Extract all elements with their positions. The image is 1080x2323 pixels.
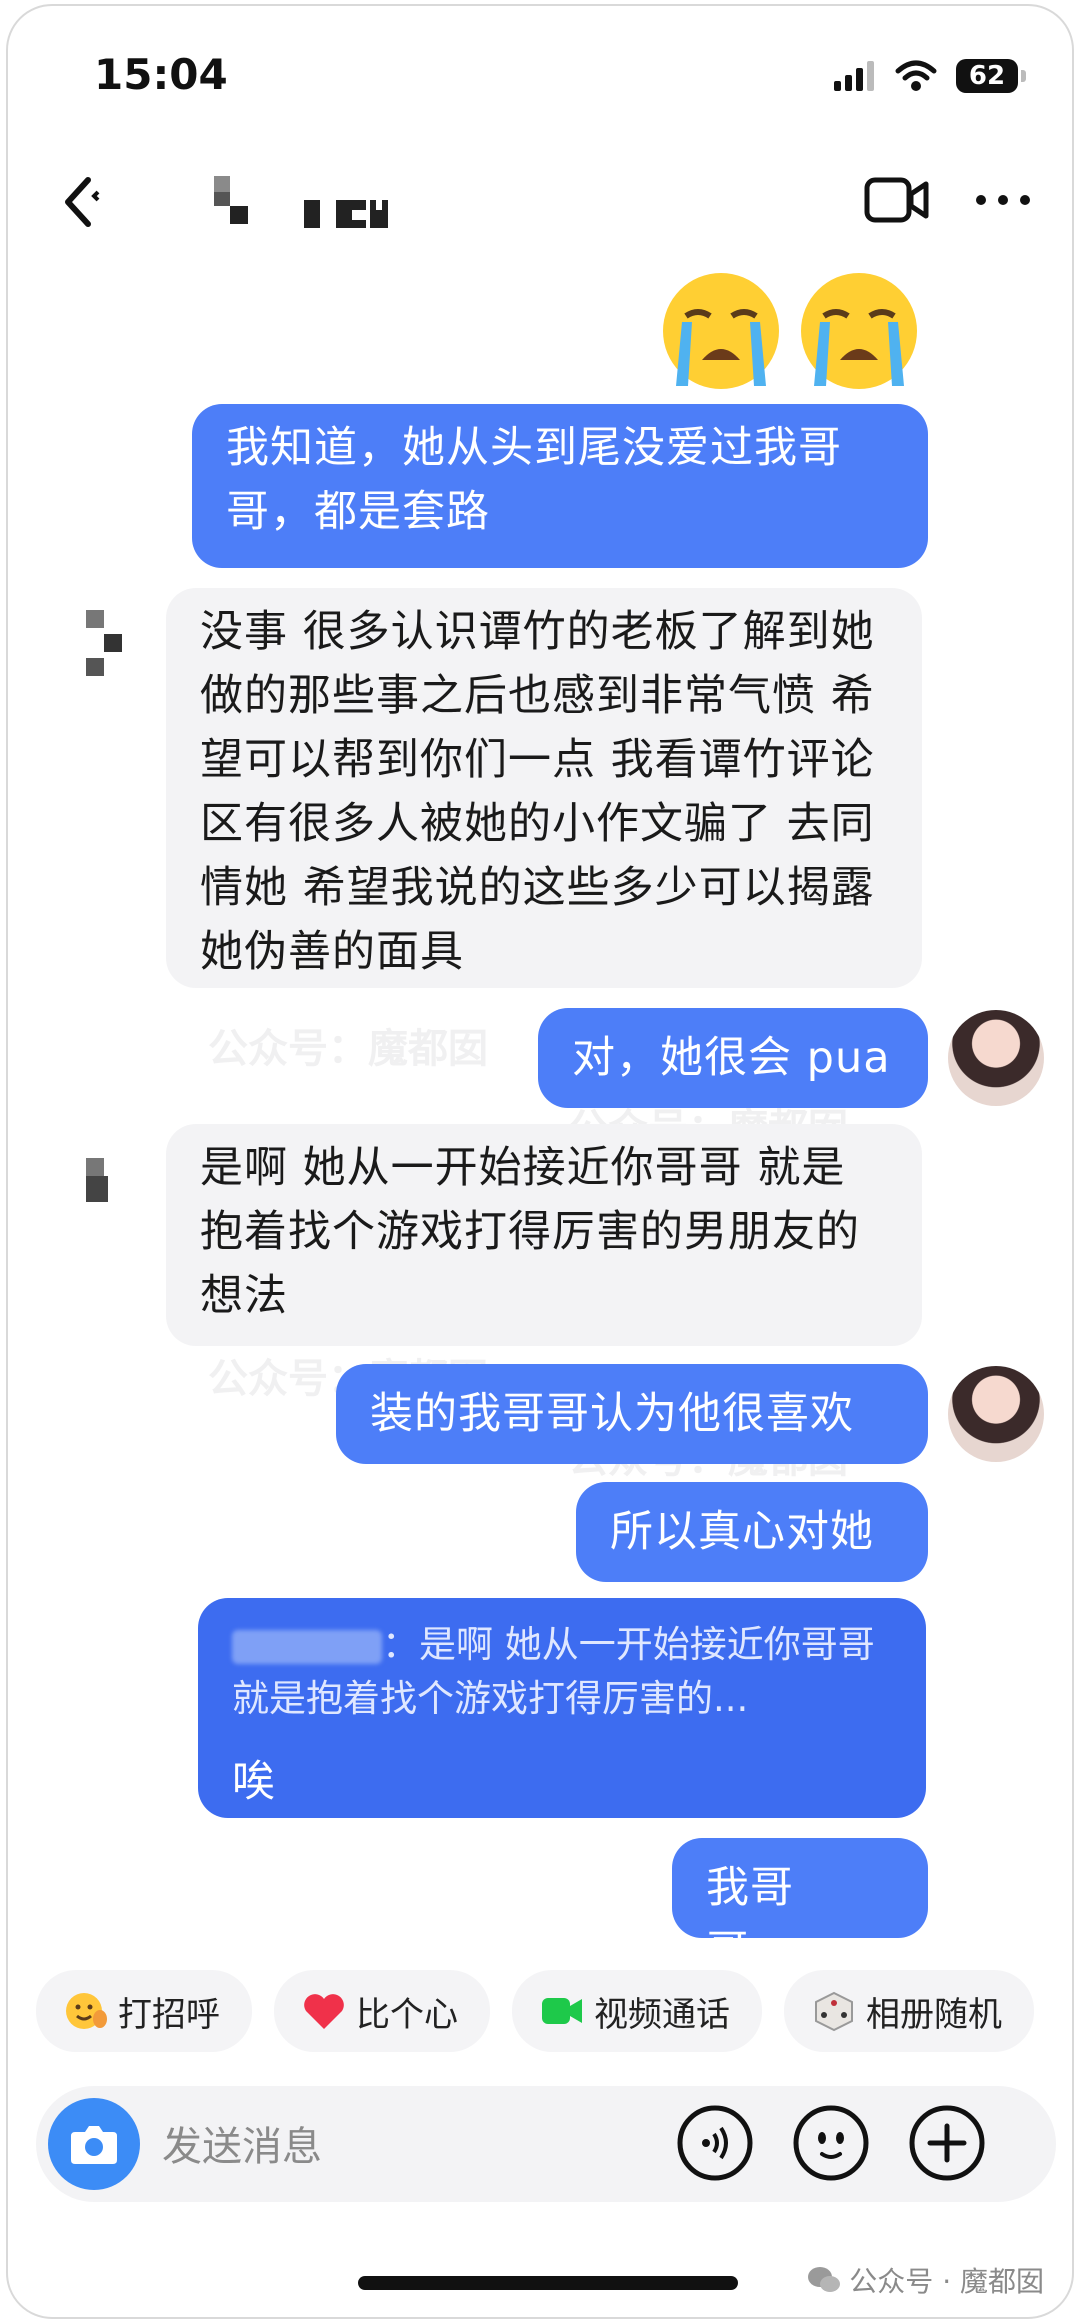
quick-action-label: 比个心 — [356, 1994, 458, 2035]
pixelated-name — [214, 176, 388, 228]
video-call-icon[interactable] — [864, 176, 930, 224]
quick-action-video-call[interactable]: 视频通话 — [512, 1970, 762, 2052]
battery-indicator: 62 — [956, 59, 1026, 93]
phone-screen: 15:04 62 公众号：魔都囡 我知道，她从头到尾没爱过我哥哥，都是套路 没事… — [6, 4, 1074, 2319]
status-time: 15:04 — [94, 50, 228, 99]
home-indicator[interactable] — [358, 2276, 738, 2290]
contact-name-redacted[interactable] — [208, 172, 418, 236]
user-avatar[interactable] — [948, 1366, 1044, 1462]
more-options-icon[interactable] — [973, 188, 1033, 212]
quoted-message: ：是啊 她从一开始接近你哥哥 就是抱着找个游戏打得厉害的... — [232, 1623, 875, 1720]
video-camera-icon — [540, 1989, 584, 2033]
quick-action-label: 视频通话 — [594, 1994, 730, 2035]
quick-action-random-album[interactable]: 相册随机 — [784, 1970, 1034, 2052]
quick-action-heart[interactable]: 比个心 — [274, 1970, 490, 2052]
footer-watermark: 公众号 · 魔都囡 — [807, 2260, 1044, 2300]
reply-text: 唉 — [232, 1757, 275, 1807]
quick-action-bar: 打招呼 比个心 视频通话 相册随机 — [36, 1970, 1072, 2052]
crying-face-icon — [801, 273, 917, 389]
quick-action-label: 相册随机 — [866, 1994, 1002, 2035]
signal-icon — [834, 61, 874, 91]
message-bubble-outgoing[interactable]: 所以真心对她 — [576, 1482, 928, 1582]
message-bubble-outgoing[interactable]: 我哥哥.... — [672, 1838, 928, 1977]
user-avatar[interactable] — [948, 1010, 1044, 1106]
message-bubble-outgoing[interactable]: 装的我哥哥认为他很喜欢 — [336, 1364, 928, 1464]
wave-emoji-icon — [64, 1989, 108, 2033]
voice-icon[interactable] — [676, 2104, 754, 2182]
back-icon[interactable] — [58, 174, 108, 230]
message-bubble-outgoing[interactable]: 对，她很会 pua — [538, 1008, 928, 1108]
message-input-bar: 发送消息 — [36, 2086, 1056, 2202]
quoted-sender-redacted — [232, 1629, 382, 1664]
message-bubble-quote-reply[interactable]: ：是啊 她从一开始接近你哥哥 就是抱着找个游戏打得厉害的... 唉 — [198, 1598, 926, 1818]
plus-icon[interactable] — [908, 2104, 986, 2182]
message-bubble-incoming[interactable]: 没事 很多认识谭竹的老板了解到她做的那些事之后也感到非常气愤 希望可以帮到你们一… — [166, 588, 922, 988]
contact-avatar-redacted[interactable] — [82, 1156, 128, 1232]
quick-action-greet[interactable]: 打招呼 — [36, 1970, 252, 2052]
status-icons: 62 — [832, 56, 1026, 96]
wifi-icon — [895, 60, 937, 91]
crying-face-icon — [663, 273, 779, 389]
heart-icon — [302, 1989, 346, 2033]
quick-action-label: 打招呼 — [118, 1994, 220, 2035]
contact-avatar-redacted[interactable] — [82, 608, 128, 684]
message-bubble-outgoing[interactable]: 我知道，她从头到尾没爱过我哥哥，都是套路 — [192, 404, 928, 568]
message-input[interactable]: 发送消息 — [162, 2114, 322, 2172]
emoji-icon[interactable] — [792, 2104, 870, 2182]
message-bubble-incoming[interactable]: 是啊 她从一开始接近你哥哥 就是抱着找个游戏打得厉害的男朋友的想法 — [166, 1124, 922, 1346]
wechat-icon — [808, 2267, 841, 2292]
camera-button[interactable] — [48, 2098, 140, 2190]
camera-icon — [71, 2126, 117, 2164]
watermark: 公众号：魔都囡 — [208, 1026, 488, 1072]
emoji-message[interactable] — [658, 268, 922, 394]
dice-icon — [812, 1989, 856, 2033]
